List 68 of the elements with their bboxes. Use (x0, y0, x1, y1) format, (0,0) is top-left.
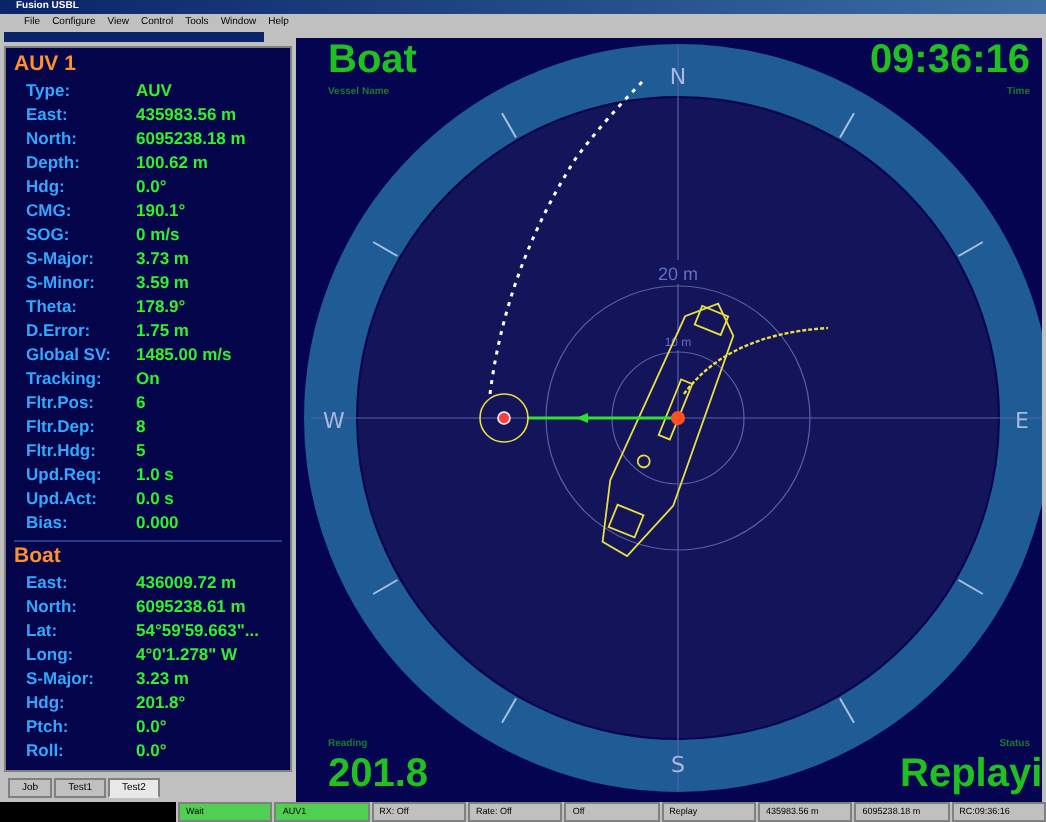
vessel-name: Boat (328, 38, 417, 82)
field-value: 178.9° (136, 296, 186, 316)
field-label: S-Minor: (24, 272, 97, 292)
field-label: Hdg: (24, 176, 67, 196)
field-value: 0.000 (136, 512, 179, 532)
field-label: Tracking: (24, 368, 104, 388)
field-label: CMG: (24, 200, 74, 220)
field-value: 436009.72 m (136, 572, 237, 592)
field-label: Lat: (24, 620, 60, 640)
field-value: 6095238.61 m (136, 596, 246, 616)
field-label: Fltr.Hdg: (24, 440, 98, 460)
field-value: 6 (136, 392, 146, 412)
field-value: 6095238.18 m (136, 128, 246, 148)
field-label: Upd.Act: (24, 488, 99, 508)
compass-letter: E (1015, 408, 1029, 434)
field-value: 201.8° (136, 692, 186, 712)
target-marker (497, 411, 511, 425)
field-value: 4°0'1.278" W (136, 644, 238, 664)
field-label: Theta: (24, 296, 79, 316)
time-value: 09:36:16 (869, 38, 1030, 82)
field-value: 5 (136, 440, 146, 460)
field-value: 0 m/s (136, 224, 180, 244)
field-label: Hdg: (24, 692, 67, 712)
field-value: 435983.56 m (136, 104, 237, 124)
vessel-marker (671, 411, 685, 425)
field-label: S-Major: (24, 248, 96, 268)
field-value: 3.23 m (136, 668, 189, 688)
field-value: 1485.00 m/s (136, 344, 232, 364)
field-value: 0.0° (136, 716, 167, 736)
field-label: Upd.Req: (24, 464, 104, 484)
field-label: Ptch: (24, 716, 71, 736)
field-value: 190.1° (136, 200, 186, 220)
field-label: East: (24, 572, 70, 592)
field-label: D.Error: (24, 320, 93, 340)
field-label: Bias: (24, 512, 70, 532)
field-label: Fltr.Pos: (24, 392, 97, 412)
field-label: Depth: (24, 152, 82, 172)
field-value: AUV (136, 80, 172, 100)
field-value: 3.59 m (136, 272, 189, 292)
field-value: 8 (136, 416, 146, 436)
compass-letter: N (669, 64, 687, 90)
field-label: Fltr.Dep: (24, 416, 97, 436)
field-value: 1.75 m (136, 320, 189, 340)
target-circle (479, 393, 529, 443)
field-value: 0.0° (136, 176, 167, 196)
field-value: 1.0 s (136, 464, 174, 484)
field-label: Roll: (24, 740, 66, 760)
field-value: 0.0 s (136, 488, 174, 508)
status-value: Replayi (900, 752, 1042, 796)
field-label: North: (24, 128, 79, 148)
field-label: S-Major: (24, 668, 96, 688)
field-label: Long: (24, 644, 76, 664)
field-label: SOG: (24, 224, 72, 244)
compass-letter: S (671, 752, 685, 778)
range-label: 20 m (658, 264, 698, 284)
compass-letter: W (323, 408, 345, 434)
field-label: East: (24, 104, 70, 124)
section-title: AUV 1 (14, 52, 78, 78)
field-label: Type: (24, 80, 73, 100)
field-label: North: (24, 596, 79, 616)
field-value: 3.73 m (136, 248, 189, 268)
reading-value: 201.8 (328, 752, 429, 796)
field-label: Global SV: (24, 344, 114, 364)
section-title: Boat (14, 544, 63, 570)
field-value: 54°59'59.663"... (136, 620, 259, 640)
field-value: 0.0° (136, 740, 167, 760)
field-value: 100.62 m (136, 152, 208, 172)
field-value: On (136, 368, 160, 388)
